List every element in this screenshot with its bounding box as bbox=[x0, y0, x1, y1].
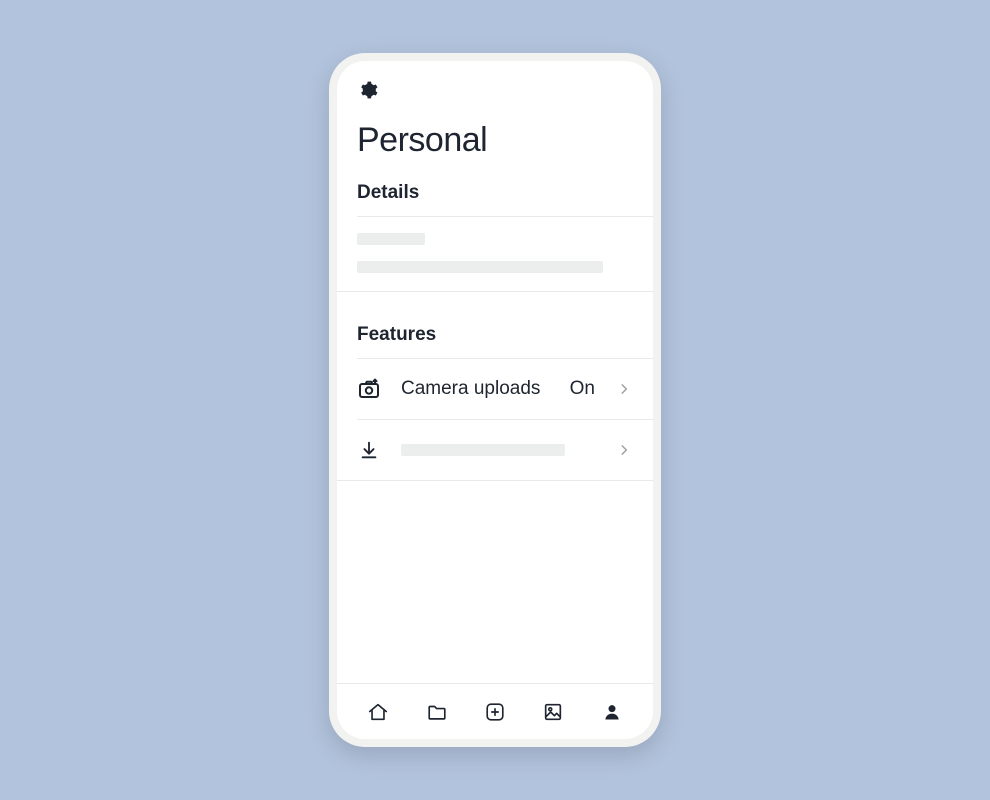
bottom-tab-bar bbox=[337, 683, 653, 739]
details-placeholder bbox=[337, 217, 653, 291]
settings-gear-icon[interactable] bbox=[357, 79, 379, 101]
row-label: Camera uploads bbox=[401, 378, 550, 400]
tab-account[interactable] bbox=[598, 698, 626, 726]
camera-upload-icon bbox=[357, 377, 381, 401]
section-heading-details: Details bbox=[337, 174, 653, 216]
screen: Personal Details Features Camera uploads bbox=[337, 61, 653, 739]
page-title: Personal bbox=[337, 105, 653, 174]
skeleton-line bbox=[401, 444, 595, 456]
phone-frame: Personal Details Features Camera uploads bbox=[329, 53, 661, 747]
download-icon bbox=[357, 438, 381, 462]
row-camera-uploads[interactable]: Camera uploads On bbox=[337, 359, 653, 419]
tab-photos[interactable] bbox=[539, 698, 567, 726]
chevron-right-icon bbox=[615, 380, 633, 398]
skeleton-line bbox=[357, 233, 425, 245]
chevron-right-icon bbox=[615, 441, 633, 459]
row-download-placeholder[interactable] bbox=[337, 420, 653, 480]
tab-files[interactable] bbox=[423, 698, 451, 726]
tab-add[interactable] bbox=[481, 698, 509, 726]
tab-home[interactable] bbox=[364, 698, 392, 726]
top-bar bbox=[337, 61, 653, 105]
skeleton-line bbox=[357, 261, 603, 273]
row-value: On bbox=[570, 378, 595, 400]
section-heading-features: Features bbox=[337, 316, 653, 358]
